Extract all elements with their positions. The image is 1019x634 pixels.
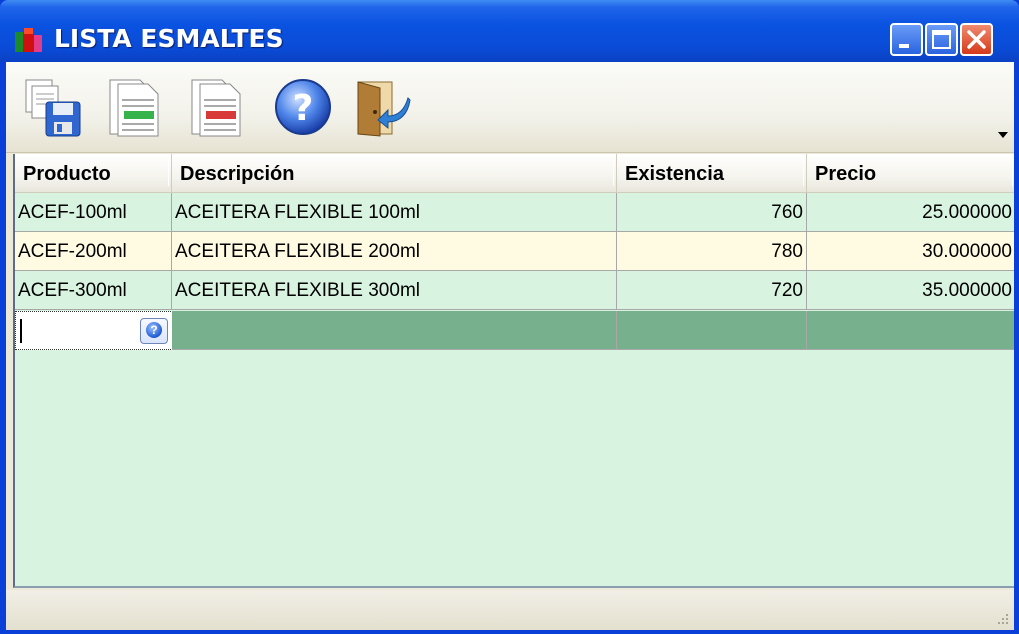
column-header-producto[interactable]: Producto <box>15 154 172 192</box>
cell-existencia[interactable]: 780 <box>617 232 807 271</box>
save-button[interactable] <box>22 76 84 138</box>
cell-producto[interactable]: ACEF-200ml <box>15 232 172 271</box>
table-row[interactable]: ACEF-200ml ACEITERA FLEXIBLE 200ml 780 3… <box>15 232 1014 271</box>
add-row-icon <box>109 79 159 137</box>
cell-descripcion[interactable] <box>172 311 617 350</box>
cell-descripcion[interactable]: ACEITERA FLEXIBLE 300ml <box>172 271 617 310</box>
cell-descripcion[interactable]: ACEITERA FLEXIBLE 200ml <box>172 232 617 271</box>
application-window: LISTA ESMALTES ? Producto Descripción Ex… <box>0 0 1019 634</box>
cell-precio[interactable] <box>807 311 1014 350</box>
exit-door-icon <box>357 81 411 137</box>
close-button[interactable] <box>960 23 993 56</box>
add-row-button[interactable] <box>104 76 166 138</box>
exit-button[interactable] <box>352 76 414 138</box>
cell-existencia[interactable] <box>617 311 807 350</box>
producto-edit-input[interactable]: ? <box>15 311 175 350</box>
toolbar: ? <box>6 62 1014 153</box>
cell-existencia[interactable]: 720 <box>617 271 807 310</box>
window-client-area: ? Producto Descripción Existencia Precio <box>6 62 1014 630</box>
minimize-icon <box>899 44 909 48</box>
new-row[interactable]: ? <box>15 311 1014 350</box>
grid-header: Producto Descripción Existencia Precio <box>15 154 1014 194</box>
column-header-existencia[interactable]: Existencia <box>617 154 807 192</box>
svg-text:?: ? <box>293 88 314 129</box>
help-lookup-icon: ? <box>146 322 162 338</box>
delete-row-button[interactable] <box>186 76 248 138</box>
lookup-button[interactable]: ? <box>140 318 168 344</box>
table-row[interactable]: ACEF-300ml ACEITERA FLEXIBLE 300ml 720 3… <box>15 271 1014 310</box>
window-frame-bottom <box>0 630 1019 634</box>
column-header-descripcion[interactable]: Descripción <box>172 154 617 192</box>
cell-precio[interactable]: 30.000000 <box>807 232 1014 271</box>
cell-descripcion[interactable]: ACEITERA FLEXIBLE 100ml <box>172 193 617 232</box>
toolbar-overflow-icon[interactable] <box>998 132 1008 138</box>
window-title: LISTA ESMALTES <box>54 24 284 53</box>
close-icon <box>967 30 986 49</box>
cell-existencia[interactable]: 760 <box>617 193 807 232</box>
save-icon <box>25 79 81 137</box>
maximize-icon <box>932 30 951 49</box>
cell-producto[interactable]: ACEF-300ml <box>15 271 172 310</box>
minimize-button[interactable] <box>890 23 923 56</box>
help-button[interactable]: ? <box>272 76 334 138</box>
title-bar[interactable]: LISTA ESMALTES <box>0 0 1019 62</box>
data-grid[interactable]: Producto Descripción Existencia Precio A… <box>13 154 1014 588</box>
status-bar <box>6 590 1014 630</box>
cell-producto[interactable]: ACEF-100ml <box>15 193 172 232</box>
text-caret <box>20 319 22 343</box>
cell-precio[interactable]: 35.000000 <box>807 271 1014 310</box>
column-header-precio[interactable]: Precio <box>807 154 1014 192</box>
app-icon <box>15 28 42 52</box>
maximize-button[interactable] <box>925 23 958 56</box>
resize-grip-icon[interactable] <box>996 612 1010 626</box>
table-row[interactable]: ACEF-100ml ACEITERA FLEXIBLE 100ml 760 2… <box>15 193 1014 232</box>
delete-row-icon <box>191 79 241 137</box>
cell-precio[interactable]: 25.000000 <box>807 193 1014 232</box>
help-icon: ? <box>275 79 331 135</box>
